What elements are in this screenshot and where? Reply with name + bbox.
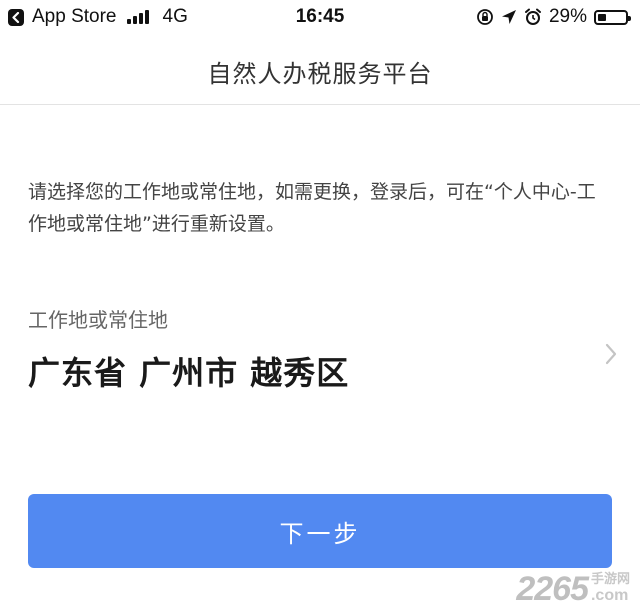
next-step-button[interactable]: 下一步	[28, 494, 612, 568]
battery-tip	[628, 15, 631, 21]
page-title: 自然人办税服务平台	[207, 60, 433, 88]
navigation-bar: 自然人办税服务平台	[0, 34, 640, 105]
watermark-site-com: .com	[590, 587, 629, 604]
location-label: 工作地或常住地	[28, 308, 168, 332]
alarm-icon	[524, 8, 541, 25]
orientation-lock-icon	[477, 9, 493, 25]
battery-level-fill	[598, 13, 606, 21]
battery-percent: 29%	[548, 6, 587, 27]
notice-text: 请选择您的工作地或常住地，如需更换，登录后，可在“个人中心-工作地或常住地”进行…	[28, 181, 596, 235]
chevron-right-icon[interactable]	[604, 342, 618, 366]
location-value[interactable]: 广东省 广州市 越秀区	[28, 348, 349, 394]
battery-icon	[594, 9, 631, 25]
location-arrow-icon	[501, 10, 516, 24]
watermark-number: 2265	[516, 570, 589, 608]
watermark-site-cn: 手游网	[590, 571, 630, 586]
status-right: 29%	[476, 6, 631, 28]
location-selector[interactable]: 工作地或常住地 广东省 广州市 越秀区	[28, 300, 618, 400]
status-bar: App Store 4G 16:45 29%	[0, 0, 640, 34]
watermark-site: 手游网 .com	[591, 568, 630, 605]
site-watermark: 2265 手游网 .com	[516, 568, 630, 609]
